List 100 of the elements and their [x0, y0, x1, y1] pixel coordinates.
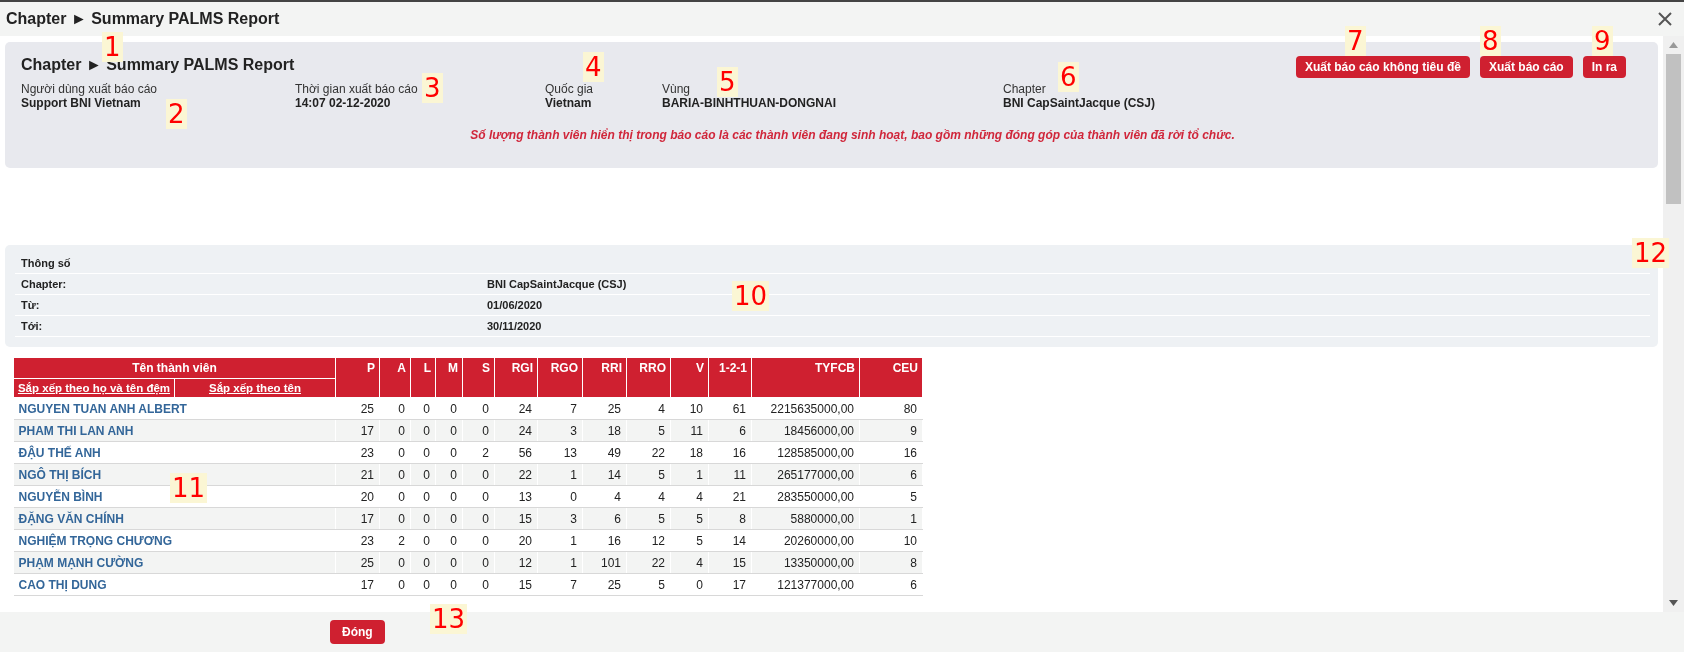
table-cell: 0	[670, 573, 709, 596]
column-header: RGI	[494, 357, 538, 398]
table-cell: 23	[335, 529, 380, 552]
field-value: BNI CapSaintJacque (CSJ)	[1003, 96, 1156, 110]
table-cell: 0	[537, 485, 583, 508]
table-cell: 10	[670, 397, 709, 420]
column-header: TYFCB	[751, 357, 860, 398]
callout-number: 3	[422, 73, 443, 103]
table-cell: 0	[410, 441, 436, 464]
table-cell: 0	[462, 573, 495, 596]
column-header: CEU	[859, 357, 923, 398]
table-cell: 16	[582, 529, 627, 552]
column-header: V	[670, 357, 709, 398]
callout-number: 2	[166, 99, 187, 129]
callout-number: 9	[1592, 26, 1613, 56]
table-cell: 283550000,00	[751, 485, 860, 508]
table-cell: 0	[410, 573, 436, 596]
table-cell: 13	[537, 441, 583, 464]
field-label: Thời gian xuất báo cáo	[295, 82, 418, 96]
close-icon[interactable]	[1658, 12, 1672, 26]
scroll-up-icon[interactable]	[1669, 42, 1678, 48]
table-cell: 5	[626, 573, 671, 596]
field-value: Support BNI Vietnam	[21, 96, 141, 110]
parameter-label: Tới:	[21, 320, 44, 332]
table-cell: 16	[708, 441, 752, 464]
report-note: Số lượng thành viên hiển thị trong báo cáo là các thành viên đang sinh hoạt, bao gồm những đóng góp của thành viên đã rời tổ chức.	[469, 128, 1236, 142]
table-cell: 0	[462, 485, 495, 508]
table-cell: 22	[626, 441, 671, 464]
table-cell: 121377000,00	[751, 573, 860, 596]
table-cell: 0	[435, 573, 463, 596]
member-name-link[interactable]: NGUYEN TUAN ANH ALBERT	[18, 401, 187, 416]
field-value: Vietnam	[545, 96, 592, 110]
table-cell: 1	[537, 529, 583, 552]
table-cell: 0	[410, 397, 436, 420]
table-cell: 10	[859, 529, 923, 552]
table-cell: 4	[626, 397, 671, 420]
parameter-label: Từ:	[21, 299, 41, 311]
table-cell: 7	[537, 397, 583, 420]
parameters-title: Thông số	[21, 257, 71, 269]
member-name-link[interactable]: CAO THỊ DUNG	[18, 577, 107, 592]
table-cell: 0	[462, 529, 495, 552]
column-header: Tên thành viên	[13, 357, 336, 379]
table-cell: 2	[462, 441, 495, 464]
field-value: 14:07 02-12-2020	[295, 96, 391, 110]
table-cell: 0	[379, 441, 411, 464]
member-name-link[interactable]: NGUYỄN BÌNH	[18, 489, 103, 504]
table-cell: 2	[379, 529, 411, 552]
table-cell: 56	[494, 441, 538, 464]
table-cell: 24	[494, 397, 538, 420]
field-label: Người dùng xuất báo cáo	[21, 82, 157, 96]
column-header: 1-2-1	[708, 357, 752, 398]
column-header: M	[435, 357, 463, 398]
table-cell: 4	[626, 485, 671, 508]
callout-number: 7	[1345, 26, 1366, 56]
callout-number: 4	[583, 52, 604, 82]
parameter-value: BNI CapSaintJacque (CSJ)	[487, 278, 627, 290]
column-header: RRI	[582, 357, 627, 398]
scrollbar-thumb[interactable]	[1666, 54, 1681, 204]
table-cell: 5	[670, 529, 709, 552]
column-header: RGO	[537, 357, 583, 398]
callout-number: 10	[732, 281, 770, 311]
member-name-link[interactable]: NGHIỆM TRỌNG CHƯƠNG	[18, 533, 173, 548]
window-title: Chapter ► Summary PALMS Report	[6, 10, 280, 28]
column-header: P	[335, 357, 380, 398]
field-value: BARIA-BINHTHUAN-DONGNAI	[662, 96, 836, 110]
export-button[interactable]: Xuất báo cáo	[1479, 56, 1573, 78]
scroll-down-icon[interactable]	[1669, 600, 1678, 606]
table-cell: 16	[859, 441, 923, 464]
close-button[interactable]: Đóng	[330, 620, 385, 644]
table-cell: 0	[435, 485, 463, 508]
table-cell: 0	[462, 397, 495, 420]
table-cell: 0	[379, 573, 411, 596]
parameter-label: Chapter:	[21, 278, 68, 290]
callout-number: 13	[430, 604, 468, 634]
member-name-link[interactable]: NGÔ THỊ BÍCH	[18, 467, 102, 482]
callout-number: 11	[170, 473, 208, 503]
table-cell: 13	[494, 485, 538, 508]
table-cell: 7	[537, 573, 583, 596]
table-cell: 20260000,00	[751, 529, 860, 552]
table-cell: 0	[435, 441, 463, 464]
callout-number: 1	[102, 32, 123, 62]
callout-number: 8	[1480, 26, 1501, 56]
table-cell: 6	[859, 573, 923, 596]
table-cell: 0	[379, 397, 411, 420]
scrollbar[interactable]	[1663, 36, 1684, 612]
callout-number: 12	[1632, 238, 1670, 268]
export-button[interactable]: In ra	[1582, 56, 1626, 78]
table-cell: 2215635000,00	[751, 397, 860, 420]
export-button[interactable]: Xuất báo cáo không tiêu đề	[1295, 56, 1470, 78]
table-cell: 0	[410, 529, 436, 552]
column-header: RRO	[626, 357, 671, 398]
field-label: Quốc gia	[545, 82, 594, 96]
table-cell: 4	[582, 485, 627, 508]
table-cell: 18	[670, 441, 709, 464]
member-name-link[interactable]: ĐẬU THẾ ANH	[18, 445, 101, 460]
column-header: S	[462, 357, 495, 398]
table-cell: 17	[708, 573, 752, 596]
table-cell: 12	[626, 529, 671, 552]
table-cell: 25	[582, 397, 627, 420]
table-cell: 20	[335, 485, 380, 508]
